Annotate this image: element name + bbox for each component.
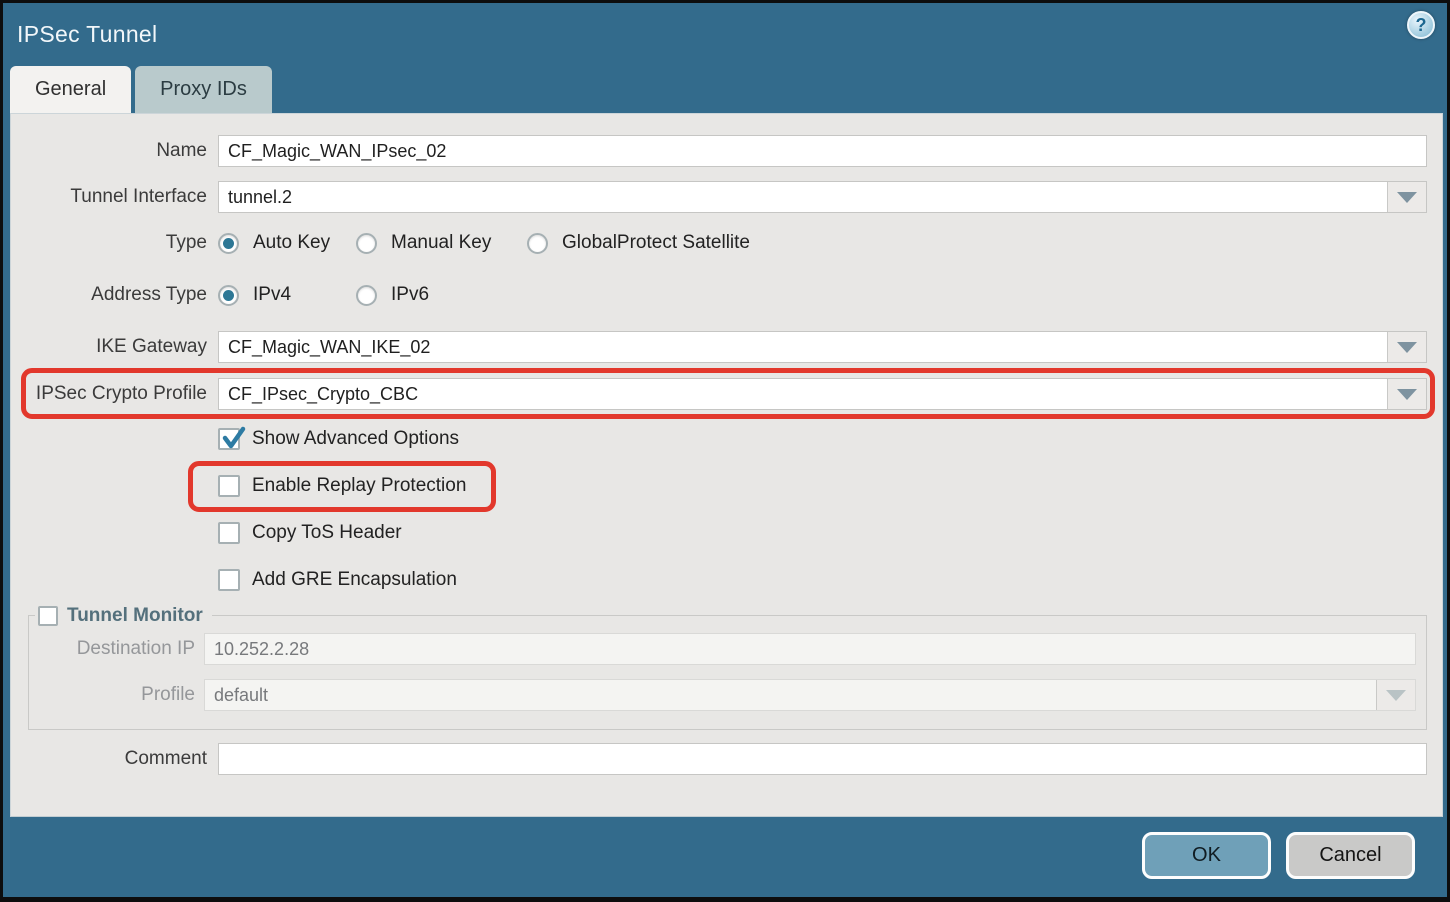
enable-replay-protection-label: Enable Replay Protection [252,475,466,497]
general-tab-panel: Name Tunnel Interface tunnel.2 Type [10,113,1443,817]
type-row: Type Auto Key Manual Key GlobalProtect S… [11,229,1427,257]
address-type-radio-group: IPv4 IPv6 [218,284,429,306]
type-radio-group: Auto Key Manual Key GlobalProtect Satell… [218,232,750,254]
radio-button-icon [356,285,377,306]
profile-row: Profile default [29,679,1416,711]
radio-button-icon [527,233,548,254]
name-label: Name [11,140,207,162]
ipsec-crypto-profile-value: CF_IPsec_Crypto_CBC [219,379,1387,409]
dialog-titlebar: IPSec Tunnel ? [3,3,1447,66]
ike-gateway-label: IKE Gateway [11,336,207,358]
destination-ip-label: Destination IP [29,638,195,660]
radio-button-icon [218,233,239,254]
chevron-down-icon [1397,342,1417,353]
ipsec-crypto-profile-label: IPSec Crypto Profile [11,383,207,405]
checkmark-icon [220,425,247,452]
ike-gateway-dropdown-button[interactable] [1387,332,1426,362]
tunnel-monitor-fieldset: Tunnel Monitor Destination IP Profile de… [28,615,1427,730]
ike-gateway-value: CF_Magic_WAN_IKE_02 [219,332,1387,362]
show-advanced-options-checkbox[interactable] [218,428,240,450]
profile-dropdown-button [1376,680,1415,710]
tunnel-interface-label: Tunnel Interface [11,186,207,208]
profile-label: Profile [29,684,195,706]
tunnel-interface-dropdown[interactable]: tunnel.2 [218,181,1427,213]
radio-button-icon [218,285,239,306]
chevron-down-icon [1397,389,1417,400]
ok-button[interactable]: OK [1142,832,1271,879]
radio-button-icon [356,233,377,254]
comment-input[interactable] [218,743,1427,775]
tunnel-interface-value: tunnel.2 [219,182,1387,212]
tab-bar: General Proxy IDs [3,66,1447,113]
address-type-label: Address Type [11,284,207,306]
copy-tos-header-label: Copy ToS Header [252,522,402,544]
show-advanced-options-label: Show Advanced Options [252,428,459,450]
tunnel-interface-dropdown-button[interactable] [1387,182,1426,212]
ike-gateway-row: IKE Gateway CF_Magic_WAN_IKE_02 [11,331,1427,363]
cancel-button[interactable]: Cancel [1286,832,1415,879]
ipsec-crypto-profile-dropdown-button[interactable] [1387,379,1426,409]
chevron-down-icon [1397,192,1417,203]
comment-row: Comment [11,743,1427,775]
radio-globalprotect-satellite[interactable]: GlobalProtect Satellite [527,232,750,254]
ike-gateway-dropdown[interactable]: CF_Magic_WAN_IKE_02 [218,331,1427,363]
name-row: Name [11,135,1427,167]
add-gre-encapsulation-label: Add GRE Encapsulation [252,569,457,591]
dialog-footer: OK Cancel [3,817,1447,897]
tunnel-monitor-label: Tunnel Monitor [67,605,203,627]
destination-ip-row: Destination IP [29,633,1416,665]
enable-replay-protection-row: Enable Replay Protection [218,474,1427,497]
copy-tos-header-row: Copy ToS Header [218,521,1427,544]
chevron-down-icon [1386,690,1406,701]
profile-value: default [205,680,1376,710]
tunnel-monitor-legend: Tunnel Monitor [35,604,212,628]
radio-ipv4[interactable]: IPv4 [218,284,356,306]
ipsec-crypto-profile-dropdown[interactable]: CF_IPsec_Crypto_CBC [218,378,1427,410]
enable-replay-protection-checkbox[interactable] [218,475,240,497]
comment-label: Comment [11,748,207,770]
name-input[interactable] [218,135,1427,167]
radio-manual-key[interactable]: Manual Key [356,232,527,254]
tab-general[interactable]: General [10,66,131,113]
add-gre-encapsulation-row: Add GRE Encapsulation [218,568,1427,591]
copy-tos-header-checkbox[interactable] [218,522,240,544]
ipsec-tunnel-dialog: IPSec Tunnel ? General Proxy IDs Name Tu… [0,0,1450,902]
radio-ipv6[interactable]: IPv6 [356,284,429,306]
tab-proxy-ids[interactable]: Proxy IDs [135,66,272,113]
tunnel-monitor-checkbox[interactable] [38,606,58,626]
type-label: Type [11,232,207,254]
advanced-options-section: Show Advanced Options Enable Replay Prot… [11,427,1427,591]
help-icon[interactable]: ? [1407,11,1435,39]
add-gre-encapsulation-checkbox[interactable] [218,569,240,591]
radio-auto-key[interactable]: Auto Key [218,232,356,254]
profile-dropdown: default [204,679,1416,711]
dialog-title: IPSec Tunnel [17,21,157,48]
destination-ip-input [204,633,1416,665]
address-type-row: Address Type IPv4 IPv6 [11,281,1427,309]
show-advanced-options-row: Show Advanced Options [218,427,1427,450]
ipsec-crypto-profile-row: IPSec Crypto Profile CF_IPsec_Crypto_CBC [11,378,1427,410]
tunnel-interface-row: Tunnel Interface tunnel.2 [11,181,1427,213]
